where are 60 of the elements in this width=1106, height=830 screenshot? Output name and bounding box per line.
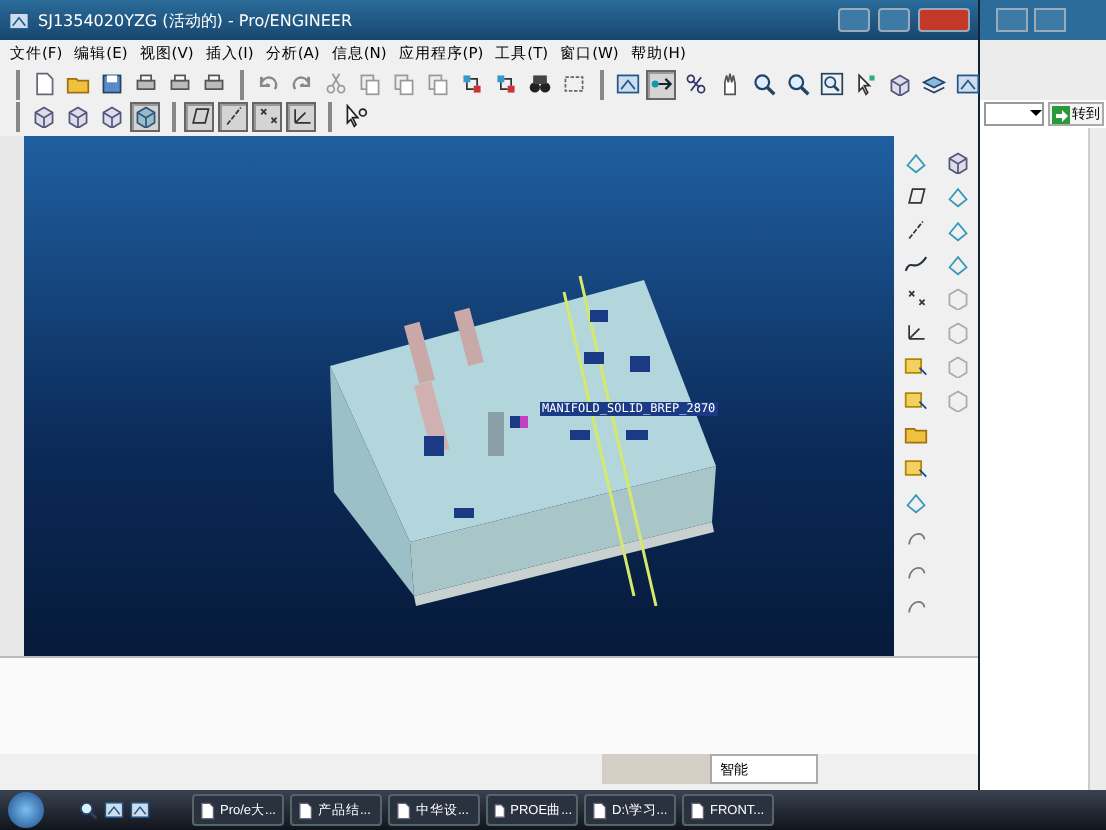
hidden-line-icon [65, 104, 89, 128]
context-help-icon [343, 104, 367, 128]
zoom-out-button[interactable] [782, 69, 812, 99]
sketch-icon [903, 387, 928, 411]
cube-icon [887, 72, 911, 96]
spin-center-button[interactable] [646, 69, 676, 99]
document-icon [296, 801, 314, 819]
window-title: SJ1354020YZG (活动的) - Pro/ENGINEER [38, 9, 355, 31]
window-icon [104, 800, 124, 820]
shaded-icon [133, 104, 157, 128]
screen-icon [955, 72, 979, 96]
scrollbar[interactable] [1088, 128, 1106, 790]
spin-center-icon [649, 72, 673, 96]
open-folder-icon [65, 72, 89, 96]
curve-icon [903, 251, 928, 275]
window-icon [8, 9, 30, 31]
printer-icon [201, 72, 225, 96]
paste-icon [425, 72, 449, 96]
undo-icon [255, 72, 279, 96]
copy-icon [391, 72, 415, 96]
csys-icon [903, 319, 928, 343]
document-icon [394, 801, 412, 819]
address-dropdown[interactable] [984, 102, 1044, 126]
save-icon [99, 72, 123, 96]
no-hidden-icon [99, 104, 123, 128]
screen-button[interactable] [952, 69, 982, 99]
datum-point-icon [255, 104, 279, 128]
zoom-in-icon [751, 72, 775, 96]
binoculars-icon [527, 72, 551, 96]
shaded-button[interactable] [130, 101, 160, 131]
start-button[interactable] [8, 792, 44, 828]
datum-point-button[interactable] [252, 101, 282, 131]
redo-icon [289, 72, 313, 96]
sketch-icon [903, 455, 928, 479]
csys-button[interactable] [286, 101, 316, 131]
selection-box-icon [561, 72, 585, 96]
datum-plane-icon [187, 104, 211, 128]
zoom-fit-button[interactable] [816, 69, 846, 99]
cursor-icon [853, 72, 877, 96]
new-file-icon [31, 72, 55, 96]
zoom-out-icon [785, 72, 809, 96]
datum-point-icon [903, 285, 928, 309]
window-icon [130, 800, 150, 820]
caret-icon [1030, 104, 1042, 120]
printer-icon [167, 72, 191, 96]
document-icon [688, 801, 706, 819]
document-icon [198, 801, 216, 819]
zoom-in-button[interactable] [748, 69, 778, 99]
arrow-icon [1052, 105, 1070, 123]
cut-icon [323, 72, 347, 96]
copy-icon [357, 72, 381, 96]
status-field [602, 754, 710, 784]
datum-plane-button[interactable] [184, 101, 214, 131]
datum-plane-icon [903, 183, 928, 207]
csys-icon [289, 104, 313, 128]
layers-icon [921, 72, 945, 96]
zoom-fit-icon [819, 72, 843, 96]
document-icon [492, 801, 507, 819]
print-icon [133, 72, 157, 96]
wireframe-icon [31, 104, 55, 128]
